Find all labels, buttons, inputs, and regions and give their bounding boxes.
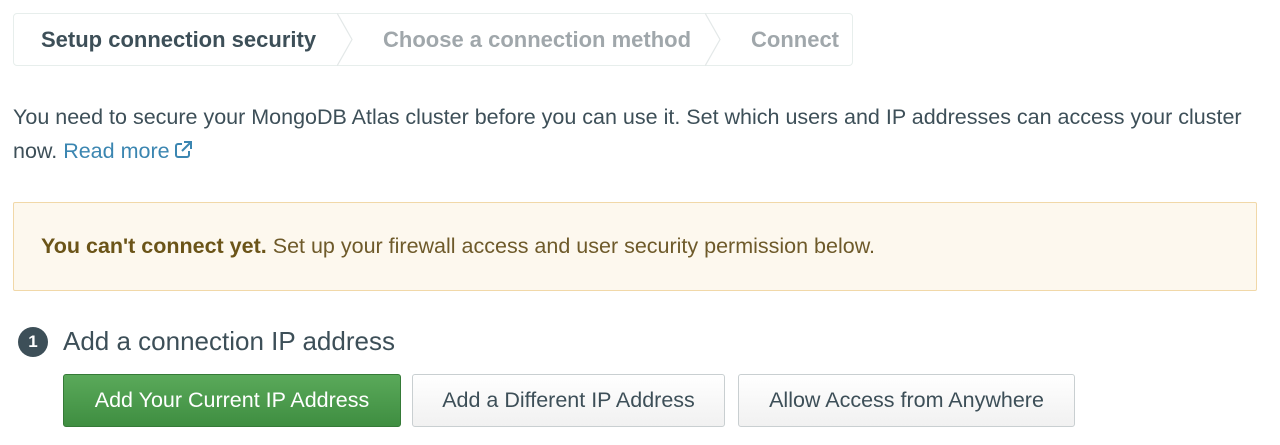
connection-stepper: Setup connection security Choose a conne… <box>13 13 853 66</box>
security-description: You need to secure your MongoDB Atlas cl… <box>13 100 1263 168</box>
step-number-badge: 1 <box>18 326 48 357</box>
step-label: Choose a connection method <box>383 26 692 52</box>
section-heading: 1 Add a connection IP address <box>18 326 395 357</box>
banner-text: Set up your firewall access and user sec… <box>272 234 876 258</box>
chevron-divider-icon <box>337 13 353 66</box>
read-more-label: Read more <box>63 139 170 163</box>
cannot-connect-warning-banner: You can't connect yet. Set up your firew… <box>13 202 1257 291</box>
add-different-ip-button[interactable]: Add a Different IP Address <box>412 374 725 427</box>
step-setup-connection-security[interactable]: Setup connection security <box>14 13 353 66</box>
banner-bold-text: You can't connect yet. <box>41 234 267 258</box>
step-label: Setup connection security <box>41 26 317 52</box>
add-current-ip-button[interactable]: Add Your Current IP Address <box>63 374 401 427</box>
step-label: Connect <box>751 26 839 52</box>
step-connect[interactable]: Connect <box>721 14 839 65</box>
external-link-icon <box>174 141 192 158</box>
read-more-link[interactable]: Read more <box>63 139 192 163</box>
chevron-divider-icon <box>705 13 721 66</box>
step-choose-connection-method[interactable]: Choose a connection method <box>353 13 721 66</box>
description-text: You need to secure your MongoDB Atlas cl… <box>13 105 1242 163</box>
section-title: Add a connection IP address <box>63 326 395 356</box>
allow-access-anywhere-button[interactable]: Allow Access from Anywhere <box>738 374 1075 427</box>
